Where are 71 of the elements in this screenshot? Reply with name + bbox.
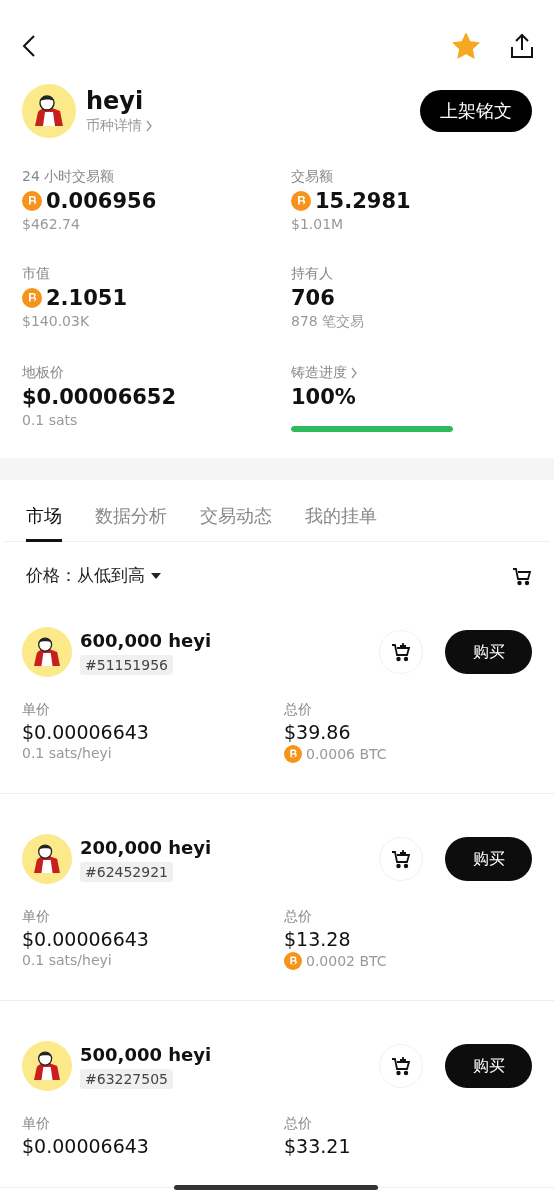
unit-price-sats: 0.1 sats/heyi bbox=[22, 952, 113, 968]
price-label: 总价 bbox=[284, 701, 313, 719]
stat-value: 2.1051 bbox=[46, 286, 128, 310]
buy-button[interactable]: 购买 bbox=[445, 837, 532, 881]
stat-subvalue: $1.01M bbox=[291, 216, 345, 232]
chevron-right-icon bbox=[146, 120, 152, 132]
price-label: 单价 bbox=[22, 908, 51, 926]
total-price-btc: 0.0006 BTC bbox=[306, 746, 387, 762]
inscription-id: #62452921 bbox=[80, 861, 173, 882]
add-to-cart-button[interactable] bbox=[379, 837, 423, 881]
chevron-right-icon bbox=[351, 367, 357, 379]
stat-subvalue: 0.1 sats bbox=[22, 412, 79, 428]
stat-value: 706 bbox=[291, 286, 335, 310]
stat-label: 地板价 bbox=[22, 364, 65, 382]
stat-label: 24 小时交易额 bbox=[22, 168, 116, 186]
total-price: $33.21 bbox=[284, 1135, 352, 1157]
price-label: 单价 bbox=[22, 1115, 51, 1133]
tab[interactable]: 数据分析 bbox=[95, 504, 167, 542]
stat-subvalue: $462.74 bbox=[22, 216, 81, 232]
bitcoin-icon bbox=[22, 288, 42, 308]
stat-subvalue: 878 笔交易 bbox=[291, 313, 366, 331]
listing-amount: 500,000 heyi bbox=[80, 1043, 213, 1065]
stat-subvalue: $140.03K bbox=[22, 313, 91, 329]
token-name: heyi bbox=[86, 87, 145, 115]
total-price: $39.86 bbox=[284, 721, 352, 743]
stat-value: 100% bbox=[291, 385, 356, 409]
bitcoin-icon bbox=[284, 952, 302, 970]
buy-button[interactable]: 购买 bbox=[445, 1044, 532, 1088]
price-label: 总价 bbox=[284, 908, 313, 926]
listing-amount: 600,000 heyi bbox=[80, 629, 213, 651]
add-to-cart-icon bbox=[391, 849, 411, 869]
stat-label: 市值 bbox=[22, 265, 51, 283]
inscription-id: #51151956 bbox=[80, 654, 173, 675]
tab[interactable]: 市场 bbox=[26, 504, 62, 542]
price-label: 总价 bbox=[284, 1115, 313, 1133]
avatar-drawing bbox=[22, 84, 76, 138]
stat-label: 持有人 bbox=[291, 265, 334, 283]
tab[interactable]: 我的挂单 bbox=[305, 504, 377, 542]
share-icon[interactable] bbox=[510, 33, 534, 59]
stat-value: 15.2981 bbox=[315, 189, 411, 213]
sort-dropdown[interactable]: 价格：从低到高 bbox=[26, 564, 161, 587]
cart-icon[interactable] bbox=[512, 565, 532, 586]
unit-price: $0.00006643 bbox=[22, 721, 150, 743]
add-to-cart-button[interactable] bbox=[379, 630, 423, 674]
bitcoin-icon bbox=[284, 745, 302, 763]
add-to-cart-icon bbox=[391, 642, 411, 662]
unit-price: $0.00006643 bbox=[22, 1135, 150, 1157]
add-to-cart-button[interactable] bbox=[379, 1044, 423, 1088]
unit-price: $0.00006643 bbox=[22, 928, 150, 950]
inscription-id: #63227505 bbox=[80, 1068, 173, 1089]
bitcoin-icon bbox=[22, 191, 42, 211]
avatar-drawing bbox=[22, 834, 72, 884]
total-price: $13.28 bbox=[284, 928, 352, 950]
buy-button[interactable]: 购买 bbox=[445, 630, 532, 674]
add-to-cart-icon bbox=[391, 1056, 411, 1076]
unit-price-sats: 0.1 sats/heyi bbox=[22, 745, 113, 761]
listing-amount: 200,000 heyi bbox=[80, 836, 213, 858]
tab[interactable]: 交易动态 bbox=[200, 504, 272, 542]
star-icon[interactable] bbox=[452, 33, 480, 59]
stat-label[interactable]: 铸造进度 bbox=[291, 364, 532, 382]
list-inscription-button[interactable]: 上架铭文 bbox=[420, 90, 532, 132]
stat-label: 交易额 bbox=[291, 168, 334, 186]
total-price-btc: 0.0002 BTC bbox=[306, 953, 387, 969]
price-label: 单价 bbox=[22, 701, 51, 719]
bitcoin-icon bbox=[291, 191, 311, 211]
caret-icon bbox=[151, 572, 161, 579]
avatar-drawing bbox=[22, 627, 72, 677]
back-icon[interactable] bbox=[22, 34, 36, 58]
stat-value: $0.00006652 bbox=[22, 385, 177, 409]
avatar-drawing bbox=[22, 1041, 72, 1091]
stat-value: 0.006956 bbox=[46, 189, 157, 213]
